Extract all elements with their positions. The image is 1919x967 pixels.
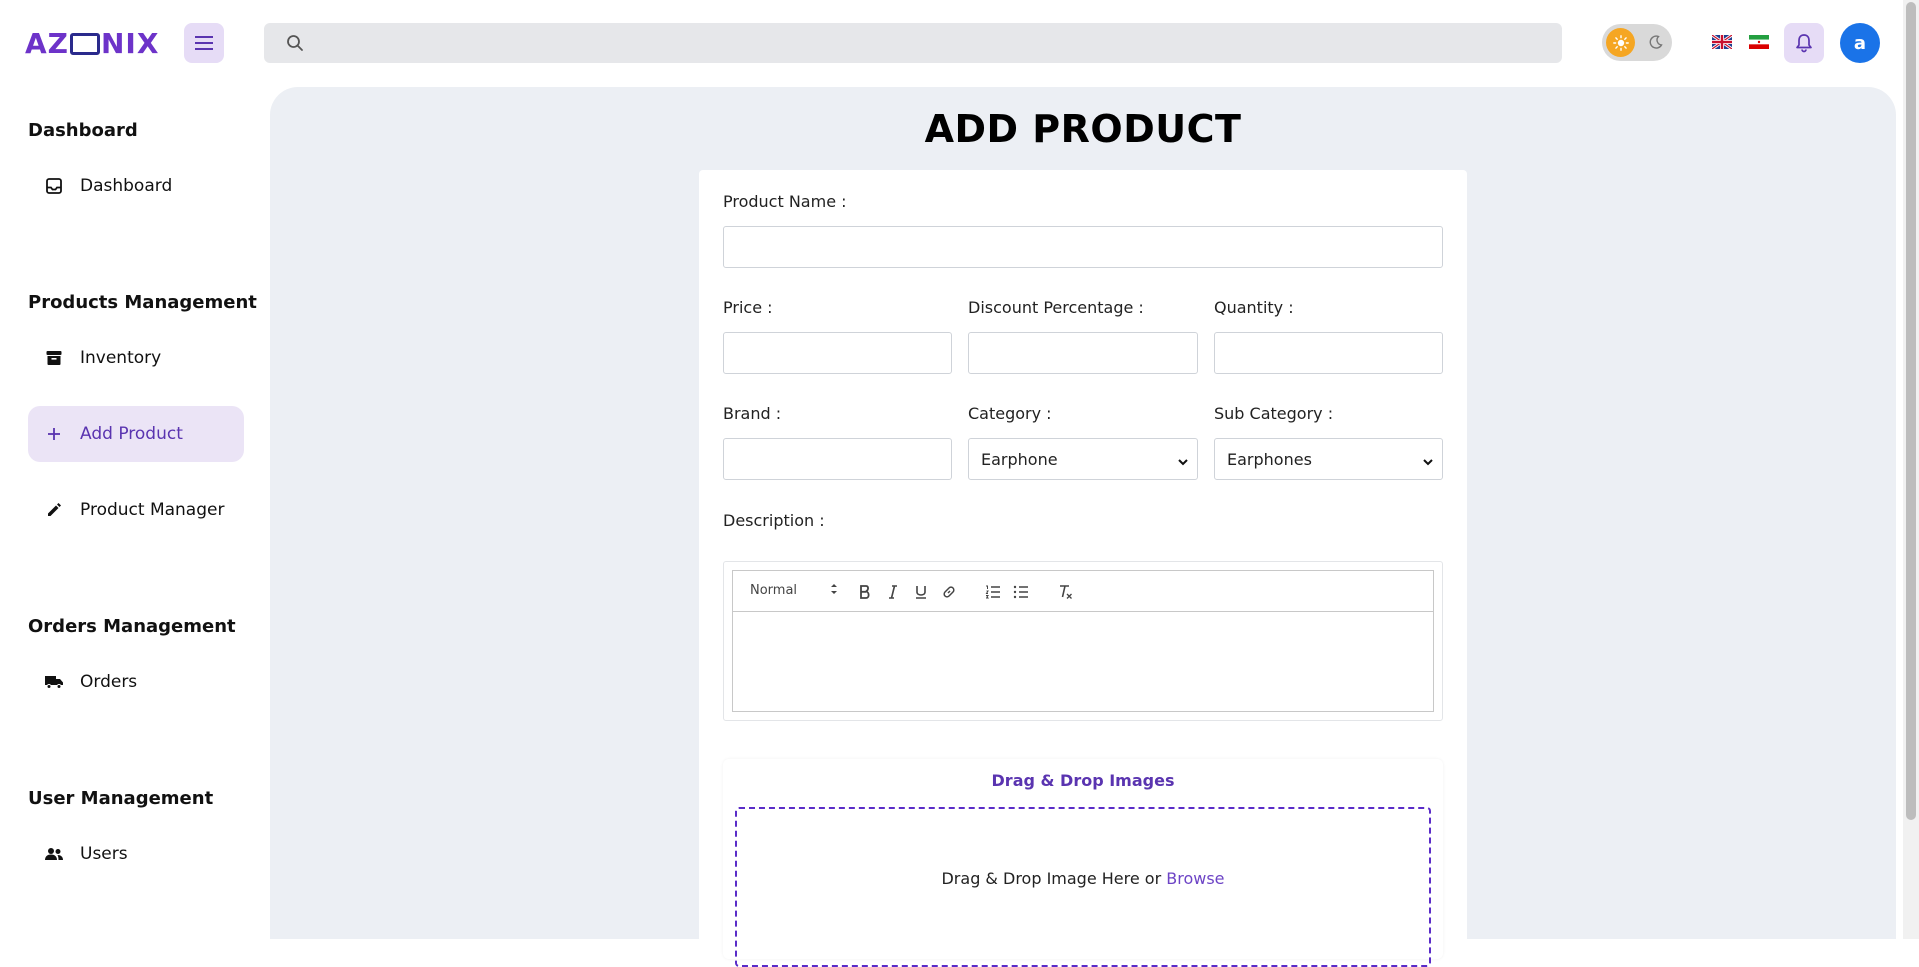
sidebar-item-add-product[interactable]: Add Product bbox=[28, 406, 244, 462]
category-select-value: Earphone bbox=[981, 449, 1058, 469]
bold-icon[interactable] bbox=[855, 582, 875, 602]
sidebar-item-users[interactable]: Users bbox=[28, 826, 244, 882]
hamburger-icon bbox=[195, 36, 213, 50]
section-title-products: Products Management bbox=[28, 292, 257, 313]
add-product-form: Product Name : Price : Discount Percenta… bbox=[699, 170, 1467, 967]
logo[interactable]: AZ NIX bbox=[25, 26, 159, 60]
plus-icon bbox=[44, 424, 64, 444]
quantity-label: Quantity : bbox=[1214, 298, 1294, 317]
sidebar-item-label: Users bbox=[80, 844, 128, 864]
inbox-icon bbox=[44, 176, 64, 196]
description-label: Description : bbox=[723, 511, 825, 530]
bell-icon bbox=[1796, 34, 1812, 53]
main-content: ADD PRODUCT Product Name : Price : Disco… bbox=[270, 87, 1896, 967]
flag-english-icon[interactable] bbox=[1711, 33, 1733, 51]
scrollbar-thumb[interactable] bbox=[1906, 2, 1916, 820]
sidebar-item-dashboard[interactable]: Dashboard bbox=[28, 158, 244, 214]
subcategory-select[interactable]: Earphones bbox=[1214, 438, 1443, 480]
sidebar-item-label: Product Manager bbox=[80, 500, 225, 520]
archive-icon bbox=[44, 348, 64, 368]
clear-format-icon[interactable] bbox=[1055, 582, 1075, 602]
chevron-down-icon bbox=[1177, 453, 1189, 472]
product-name-input[interactable] bbox=[723, 226, 1443, 268]
browse-link[interactable]: Browse bbox=[1166, 869, 1224, 888]
sidebar-item-label: Dashboard bbox=[80, 176, 173, 196]
image-drop-zone[interactable]: Drag & Drop Image Here or Browse bbox=[735, 807, 1431, 967]
page-title: ADD PRODUCT bbox=[924, 107, 1242, 151]
theme-toggle[interactable] bbox=[1602, 24, 1672, 61]
logo-laptop-icon bbox=[69, 33, 100, 55]
section-title-orders: Orders Management bbox=[28, 616, 236, 637]
product-name-label: Product Name : bbox=[723, 192, 847, 211]
brand-input[interactable] bbox=[723, 438, 952, 480]
sidebar-item-label: Add Product bbox=[80, 424, 183, 444]
discount-input[interactable] bbox=[968, 332, 1198, 374]
discount-label: Discount Percentage : bbox=[968, 298, 1144, 317]
flag-iran-icon[interactable] bbox=[1749, 34, 1769, 49]
sidebar-item-label: Inventory bbox=[80, 348, 162, 368]
image-upload-section: Drag & Drop Images Drag & Drop Image Her… bbox=[723, 759, 1443, 967]
section-title-dashboard: Dashboard bbox=[28, 120, 138, 141]
avatar[interactable]: a bbox=[1840, 23, 1880, 63]
upload-title: Drag & Drop Images bbox=[991, 771, 1175, 790]
top-header: AZ NIX a bbox=[0, 0, 1900, 86]
category-select[interactable]: Earphone bbox=[968, 438, 1198, 480]
category-label: Category : bbox=[968, 404, 1052, 423]
drop-zone-instruction: Drag & Drop Image Here or bbox=[941, 869, 1167, 888]
ordered-list-icon[interactable] bbox=[983, 582, 1003, 602]
sidebar-item-inventory[interactable]: Inventory bbox=[28, 330, 244, 386]
description-editor: Normal bbox=[723, 561, 1443, 721]
search-icon bbox=[286, 34, 304, 56]
drop-zone-text: Drag & Drop Image Here or Browse bbox=[737, 869, 1429, 888]
bullet-list-icon[interactable] bbox=[1011, 582, 1031, 602]
section-title-users: User Management bbox=[28, 788, 214, 809]
chevron-down-icon bbox=[1422, 453, 1434, 472]
underline-icon[interactable] bbox=[911, 582, 931, 602]
moon-icon bbox=[1645, 31, 1667, 53]
sun-icon bbox=[1606, 28, 1635, 57]
page-scrollbar[interactable] bbox=[1903, 0, 1919, 939]
subcategory-label: Sub Category : bbox=[1214, 404, 1334, 423]
search-bar[interactable] bbox=[264, 23, 1562, 63]
sidebar-item-product-manager[interactable]: Product Manager bbox=[28, 482, 244, 538]
quantity-input[interactable] bbox=[1214, 332, 1443, 374]
editor-toolbar: Normal bbox=[732, 570, 1434, 612]
subcategory-select-value: Earphones bbox=[1227, 449, 1312, 469]
link-icon[interactable] bbox=[939, 582, 959, 602]
truck-icon bbox=[44, 672, 64, 692]
sidebar-item-orders[interactable]: Orders bbox=[28, 654, 244, 710]
logo-text-right: NIX bbox=[100, 26, 160, 60]
users-icon bbox=[44, 844, 64, 864]
logo-text-left: AZ bbox=[25, 26, 69, 60]
price-label: Price : bbox=[723, 298, 773, 317]
price-input[interactable] bbox=[723, 332, 952, 374]
editor-text-area[interactable] bbox=[732, 612, 1434, 712]
menu-toggle-button[interactable] bbox=[184, 23, 224, 63]
notifications-button[interactable] bbox=[1784, 23, 1824, 63]
pencil-icon bbox=[44, 500, 64, 520]
brand-label: Brand : bbox=[723, 404, 782, 423]
format-arrows-icon bbox=[829, 581, 839, 601]
sidebar-item-label: Orders bbox=[80, 672, 138, 692]
format-select[interactable]: Normal bbox=[750, 583, 797, 598]
sidebar: Dashboard Dashboard Products Management … bbox=[0, 86, 265, 939]
italic-icon[interactable] bbox=[883, 582, 903, 602]
